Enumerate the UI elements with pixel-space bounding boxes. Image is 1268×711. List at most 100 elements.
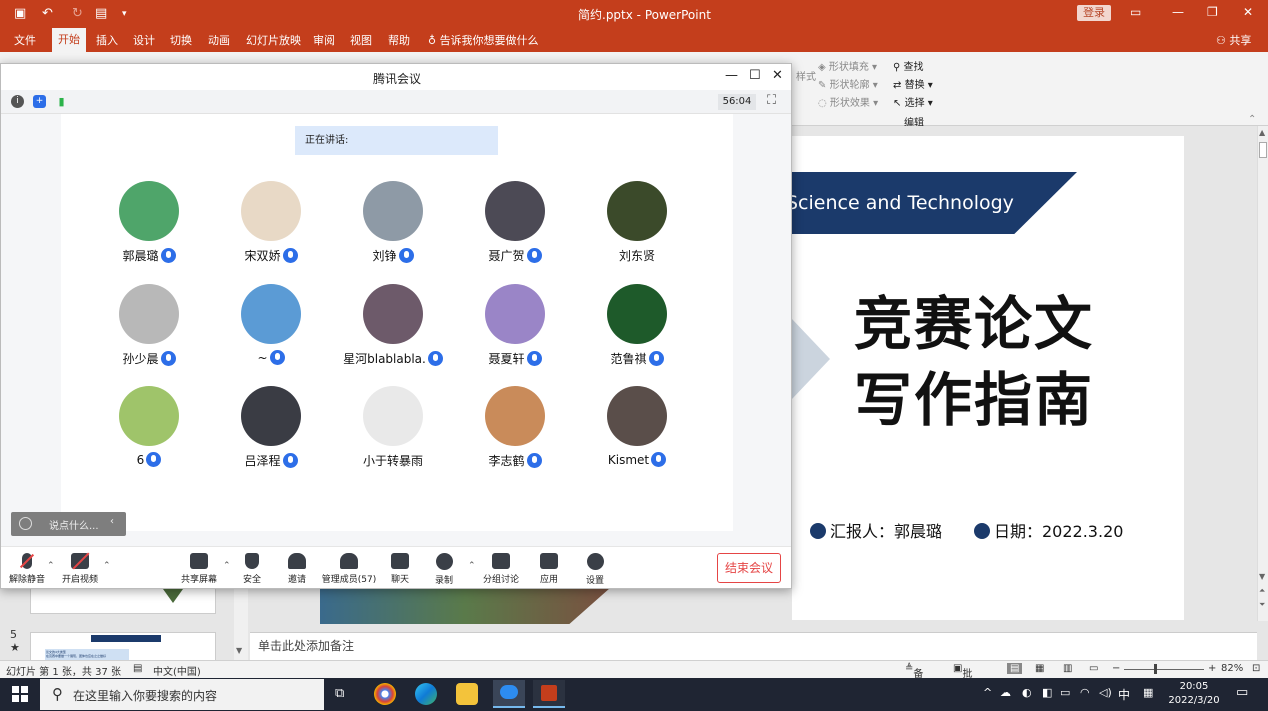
scroll-down-icon[interactable]: ▼ — [236, 646, 242, 655]
tab-insert[interactable]: 插入 — [96, 32, 118, 48]
slide-title[interactable]: 竞赛论文 写作指南 — [854, 286, 1094, 438]
participant-tile[interactable]: 聂夏轩 — [460, 284, 570, 379]
zoom-out-icon[interactable]: − — [1112, 663, 1120, 674]
tab-design[interactable]: 设计 — [133, 32, 155, 48]
ribbon-display-icon[interactable]: ▭ — [1130, 5, 1141, 19]
tab-file[interactable]: 文件 — [14, 32, 36, 48]
participant-tile[interactable]: 孙少晨 — [94, 284, 204, 379]
normal-view-icon[interactable]: ▤ — [1007, 663, 1023, 674]
comments-toggle[interactable]: ▣ 批注 — [953, 663, 972, 695]
tab-home[interactable]: 开始 — [52, 28, 86, 52]
maximize-icon[interactable]: ☐ — [749, 68, 761, 83]
meeting-title-bar[interactable]: 腾讯会议 — ☐ ✕ — [1, 64, 791, 90]
undo-icon[interactable]: ↶ — [42, 6, 53, 21]
spellcheck-icon[interactable]: ▤ — [133, 663, 142, 674]
start-video-button[interactable]: 开启视频 — [50, 552, 110, 585]
find-button[interactable]: ⚲ 查找 — [893, 58, 924, 73]
shield-icon[interactable]: + — [33, 95, 46, 108]
participant-tile[interactable]: 李志鹤 — [460, 386, 570, 481]
taskbar-clock[interactable]: 20:05 2022/3/20 — [1164, 680, 1224, 708]
participant-tile[interactable]: 刘铮 — [338, 181, 448, 276]
volume-icon[interactable]: ◁) — [1099, 686, 1112, 699]
language-status[interactable]: 中文(中国) — [153, 663, 201, 678]
zoom-in-icon[interactable]: + — [1208, 663, 1216, 674]
zoom-slider-thumb[interactable] — [1154, 664, 1157, 674]
info-icon[interactable]: i — [11, 95, 24, 108]
file-explorer-icon[interactable] — [456, 683, 478, 705]
notes-pane[interactable]: 单击此处添加备注 — [250, 632, 1257, 660]
participant-tile[interactable]: 刘东贤 — [582, 181, 692, 276]
slide-date[interactable]: 日期：2022.3.20 — [974, 518, 1123, 542]
participant-tile[interactable]: 聂广贺 — [460, 181, 570, 276]
vertical-scrollbar[interactable]: ▲ ▼ ⏶ ⏷ — [1257, 126, 1268, 621]
customize-icon[interactable]: ▾ — [122, 9, 127, 19]
close-icon[interactable]: ✕ — [772, 68, 783, 83]
wifi-icon[interactable]: ◠ — [1080, 686, 1090, 699]
present-icon[interactable]: ▤ — [95, 6, 107, 21]
ime-indicator[interactable]: 中 — [1118, 686, 1130, 703]
shape-outline-button[interactable]: ✎ 形状轮廓 ▾ — [818, 76, 878, 91]
end-meeting-button[interactable]: 结束会议 — [717, 553, 781, 583]
slide-canvas[interactable]: Science and Technology 竞赛论文 写作指南 汇报人：郭晨璐… — [792, 136, 1184, 620]
slide-sorter-icon[interactable]: ▦ — [1035, 663, 1044, 674]
participant-tile[interactable]: 吕泽程 — [216, 386, 326, 481]
ime-mode-icon[interactable]: ▦ — [1143, 686, 1153, 699]
chevron-left-icon[interactable]: ‹ — [110, 516, 114, 527]
signal-icon[interactable]: ▮ — [55, 95, 68, 108]
minimize-icon[interactable]: — — [725, 68, 738, 83]
windows-start-icon[interactable] — [12, 686, 28, 702]
tab-help[interactable]: 帮助 — [388, 32, 410, 48]
settings-button[interactable]: 设置 — [565, 553, 625, 586]
participant-tile[interactable]: 宋双娇 — [216, 181, 326, 276]
participant-tile[interactable]: 6 — [94, 386, 204, 481]
participant-tile[interactable]: 郭晨璐 — [94, 181, 204, 276]
share-screen-button[interactable]: 共享屏幕 — [169, 553, 229, 585]
prev-slide-icon[interactable]: ⏶ — [1259, 586, 1265, 596]
tray-app-icon[interactable]: ◧ — [1042, 686, 1052, 699]
fit-slide-icon[interactable]: ⊡ — [1252, 663, 1260, 674]
scroll-up-icon[interactable]: ▲ — [1259, 128, 1265, 137]
participant-tile[interactable]: ~ — [216, 284, 326, 379]
record-button[interactable]: 录制 — [414, 553, 474, 586]
login-button[interactable]: 登录 — [1077, 5, 1111, 21]
participant-tile[interactable]: 范鲁祺 — [582, 284, 692, 379]
scroll-down-icon[interactable]: ▼ — [1259, 572, 1265, 581]
chevron-up-icon[interactable]: ⌃ — [103, 561, 111, 571]
tell-me-search[interactable]: ♁ 告诉我你想要做什么 — [428, 32, 539, 48]
style-label[interactable]: 样式 — [796, 68, 816, 83]
share-button[interactable]: ⚇ 共享 — [1216, 32, 1251, 48]
taskbar-search[interactable]: ⚲ 在这里输入你要搜索的内容 — [40, 679, 324, 710]
tab-view[interactable]: 视图 — [350, 32, 372, 48]
maximize-icon[interactable]: ❐ — [1207, 5, 1218, 19]
collapse-ribbon-icon[interactable]: ⌃ — [1248, 114, 1256, 125]
slide-reporter[interactable]: 汇报人：郭晨璐 — [810, 518, 942, 542]
fullscreen-icon[interactable]: ⛶ — [767, 93, 776, 108]
slide-thumbnail[interactable] — [30, 588, 216, 614]
battery-icon[interactable]: ▭ — [1060, 686, 1070, 699]
minimize-icon[interactable]: — — [1172, 5, 1184, 19]
next-slide-icon[interactable]: ⏷ — [1259, 600, 1265, 610]
participant-tile[interactable]: 小于转暴雨 — [338, 386, 448, 481]
edge-icon[interactable] — [415, 683, 437, 705]
zoom-slider[interactable] — [1124, 669, 1204, 670]
tab-review[interactable]: 审阅 — [313, 32, 335, 48]
tab-transitions[interactable]: 切换 — [170, 32, 192, 48]
close-icon[interactable]: ✕ — [1243, 5, 1253, 19]
tab-animations[interactable]: 动画 — [208, 32, 230, 48]
tray-app-icon[interactable]: ◐ — [1022, 686, 1032, 699]
replace-button[interactable]: ⇄ 替换 ▾ — [893, 76, 933, 91]
cloud-icon[interactable]: ☁ — [1000, 686, 1011, 699]
zoom-level[interactable]: 82% — [1221, 663, 1243, 674]
powerpoint-icon[interactable] — [533, 680, 565, 708]
chat-input[interactable]: 说点什么... ‹ — [11, 512, 126, 536]
shape-effect-button[interactable]: ◌ 形状效果 ▾ — [818, 94, 878, 109]
shape-fill-button[interactable]: ◈ 形状填充 ▾ — [818, 58, 877, 73]
notification-icon[interactable]: ▭ — [1236, 685, 1248, 700]
redo-icon[interactable]: ↻ — [72, 6, 83, 21]
slide-thumbnail[interactable]: 论文的4大类型 在竞赛中要做一个展现，团体也应在之之做好 — [30, 632, 216, 663]
thumbnail-scrollbar[interactable]: ▼ — [234, 588, 248, 660]
participant-tile[interactable]: 星河blablabla. — [338, 284, 448, 379]
save-icon[interactable]: ▣ — [14, 6, 26, 21]
participant-tile[interactable]: Kismet — [582, 386, 692, 481]
notes-toggle[interactable]: ≜ 备注 — [905, 663, 923, 695]
